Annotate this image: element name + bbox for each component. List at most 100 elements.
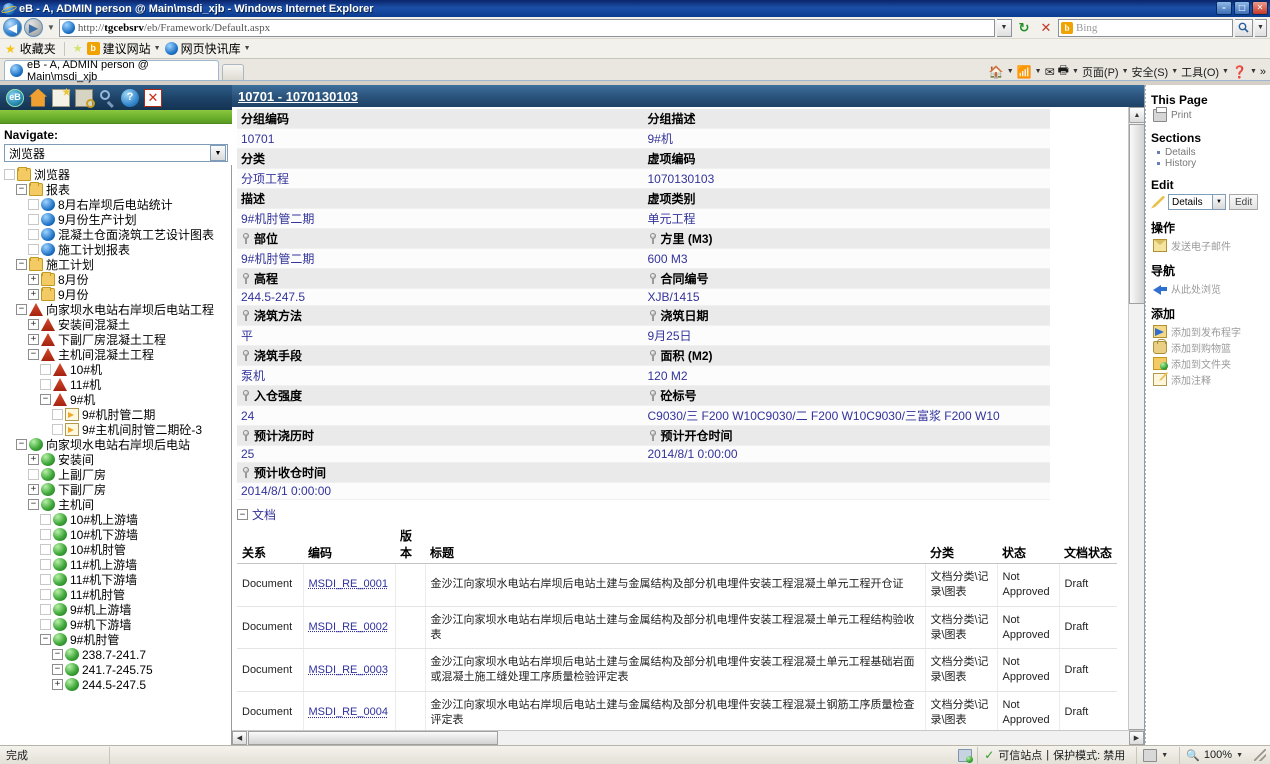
collapse-icon[interactable]: − — [16, 439, 27, 450]
horizontal-scroll-thumb[interactable] — [248, 731, 498, 745]
tree-node[interactable]: 8月右岸坝后电站统计 — [0, 197, 231, 212]
section-item-history[interactable]: History — [1157, 158, 1266, 169]
eb-logo-icon[interactable]: eB — [6, 89, 24, 107]
chevron-down-icon[interactable]: ▼ — [1212, 195, 1225, 209]
tree-node[interactable]: 11#机上游墙 — [0, 557, 231, 572]
tree-node[interactable]: −9#机 — [0, 392, 231, 407]
address-dropdown-icon[interactable]: ▼ — [997, 19, 1012, 37]
chevron-down-icon[interactable]: ▼ — [1236, 752, 1243, 759]
help-icon[interactable]: ❓ — [1232, 65, 1247, 79]
tree-node[interactable]: +下副厂房混凝土工程 — [0, 332, 231, 347]
tree-node[interactable]: +安装间 — [0, 452, 231, 467]
tree-node[interactable]: 10#机肘管 — [0, 542, 231, 557]
scroll-right-button[interactable]: ▶ — [1129, 731, 1144, 745]
collapse-icon[interactable]: − — [52, 649, 63, 660]
action-browse-from-here[interactable]: 从此处浏览 — [1153, 281, 1266, 296]
chevron-down-icon[interactable]: ▼ — [1007, 68, 1014, 75]
doc-code-link-text[interactable]: MSDI_RE_0002 — [309, 621, 389, 633]
tree-node[interactable]: 11#机下游墙 — [0, 572, 231, 587]
zoom-cell[interactable]: 🔍 100% ▼ — [1179, 747, 1249, 764]
column-header[interactable]: 标题 — [425, 525, 925, 564]
tree-node[interactable]: 9#机下游墙 — [0, 617, 231, 632]
print-action[interactable]: Print — [1153, 109, 1266, 122]
refresh-icon[interactable]: ↻ — [1014, 18, 1034, 37]
close-icon[interactable]: ✕ — [144, 89, 162, 107]
action-add-to-folder[interactable]: 添加到文件夹 — [1153, 356, 1266, 371]
chevron-down-icon[interactable]: ▼ — [1035, 68, 1042, 75]
tree-node[interactable]: +安装间混凝土 — [0, 317, 231, 332]
favbar-item-suggested-sites[interactable]: b 建议网站 ▼ — [87, 40, 161, 57]
command-overflow-icon[interactable]: » — [1260, 66, 1266, 78]
maximize-button[interactable]: □ — [1234, 1, 1250, 15]
feed-icon[interactable]: 📶 — [1017, 65, 1032, 79]
chevron-down-icon[interactable]: ▼ — [1122, 68, 1129, 75]
new-document-icon[interactable] — [52, 89, 70, 107]
content-horizontal-scrollbar[interactable]: ◀ ▶ — [232, 730, 1144, 745]
tree-node[interactable]: −向家坝水电站右岸坝后电站工程 — [0, 302, 231, 317]
collapse-icon[interactable]: − — [52, 664, 63, 675]
expand-icon[interactable]: + — [52, 679, 63, 690]
tree-node[interactable]: +8月份 — [0, 272, 231, 287]
column-header[interactable]: 关系 — [237, 525, 303, 564]
column-header[interactable]: 版本 — [395, 525, 425, 564]
help-icon[interactable]: ? — [121, 89, 139, 107]
find-icon[interactable] — [98, 89, 116, 107]
tree-node[interactable]: 10#机 — [0, 362, 231, 377]
privacy-cell[interactable]: ▼ — [1136, 747, 1174, 764]
expand-icon[interactable]: + — [28, 274, 39, 285]
tree-node[interactable]: −报表 — [0, 182, 231, 197]
scroll-left-button[interactable]: ◀ — [232, 731, 247, 745]
home-icon[interactable] — [29, 89, 47, 107]
column-header[interactable]: 状态 — [997, 525, 1059, 564]
search-document-icon[interactable] — [75, 89, 93, 107]
expand-icon[interactable]: + — [28, 334, 39, 345]
search-dropdown-icon[interactable]: ▼ — [1255, 19, 1267, 37]
tree-node[interactable]: 施工计划报表 — [0, 242, 231, 257]
tree-node[interactable]: 浏览器 — [0, 167, 231, 182]
tree-node[interactable]: 10#机上游墙 — [0, 512, 231, 527]
back-button[interactable]: ◀ — [3, 18, 22, 37]
search-go-icon[interactable] — [1235, 19, 1253, 37]
tree-node[interactable]: −主机间 — [0, 497, 231, 512]
doc-code-link-text[interactable]: MSDI_RE_0001 — [309, 578, 389, 590]
expand-icon[interactable]: + — [28, 484, 39, 495]
tree-node[interactable]: 9#机上游墙 — [0, 602, 231, 617]
column-header[interactable]: 文档状态 — [1059, 525, 1117, 564]
favorites-label[interactable]: 收藏夹 — [20, 40, 56, 57]
scroll-up-button[interactable]: ▲ — [1129, 107, 1144, 123]
security-zone-cell[interactable]: ✓ 可信站点 | 保护模式: 禁用 — [977, 747, 1131, 764]
tree-node[interactable]: −238.7-241.7 — [0, 647, 231, 662]
chevron-down-icon[interactable]: ▼ — [1250, 68, 1257, 75]
action-add-to-basket[interactable]: 添加到购物篮 — [1153, 340, 1266, 355]
tree-node[interactable]: 上副厂房 — [0, 467, 231, 482]
tree-node[interactable]: +下副厂房 — [0, 482, 231, 497]
stop-icon[interactable]: ✕ — [1036, 18, 1056, 37]
tree-node[interactable]: 9#机肘管二期 — [0, 407, 231, 422]
tree-node[interactable]: −9#机肘管 — [0, 632, 231, 647]
address-bar[interactable]: http://tgcebsrv/eb/Framework/Default.asp… — [59, 19, 995, 37]
navigate-select[interactable]: 浏览器 ▼ — [4, 144, 228, 162]
tree-node[interactable]: +9月份 — [0, 287, 231, 302]
tree-node[interactable]: 9#主机间肘管二期砼-3 — [0, 422, 231, 437]
content-vertical-scrollbar[interactable]: ▲ ▼ — [1128, 107, 1144, 745]
action-add-to-publish[interactable]: 添加到发布程字 — [1153, 324, 1266, 339]
search-input[interactable]: b Bing — [1058, 19, 1233, 37]
action-add-annotation[interactable]: 添加注释 — [1153, 372, 1266, 387]
history-dropdown-icon[interactable]: ▼ — [45, 23, 57, 32]
tree-node[interactable]: +244.5-247.5 — [0, 677, 231, 692]
tree-node[interactable]: −241.7-245.75 — [0, 662, 231, 677]
expand-icon[interactable]: + — [28, 289, 39, 300]
tree-node[interactable]: 11#机肘管 — [0, 587, 231, 602]
collapse-icon[interactable]: − — [16, 259, 27, 270]
navigation-tree-container[interactable]: 浏览器−报表8月右岸坝后电站统计9月份生产计划混凝土仓面浇筑工艺设计图表施工计划… — [0, 165, 232, 745]
tools-menu[interactable]: 工具(O) — [1181, 64, 1219, 80]
table-row[interactable]: DocumentMSDI_RE_0002金沙江向家坝水电站右岸坝后电站土建与金属… — [237, 606, 1117, 649]
edit-button[interactable]: Edit — [1229, 194, 1258, 210]
collapse-icon[interactable]: − — [16, 184, 27, 195]
collapse-icon[interactable]: − — [16, 304, 27, 315]
chevron-down-icon[interactable]: ▼ — [210, 145, 226, 161]
tree-node[interactable]: −主机间混凝土工程 — [0, 347, 231, 362]
table-row[interactable]: DocumentMSDI_RE_0004金沙江向家坝水电站右岸坝后电站土建与金属… — [237, 692, 1117, 735]
table-row[interactable]: DocumentMSDI_RE_0003金沙江向家坝水电站右岸坝后电站土建与金属… — [237, 649, 1117, 692]
print-icon[interactable]: 🖶 — [1058, 61, 1069, 82]
